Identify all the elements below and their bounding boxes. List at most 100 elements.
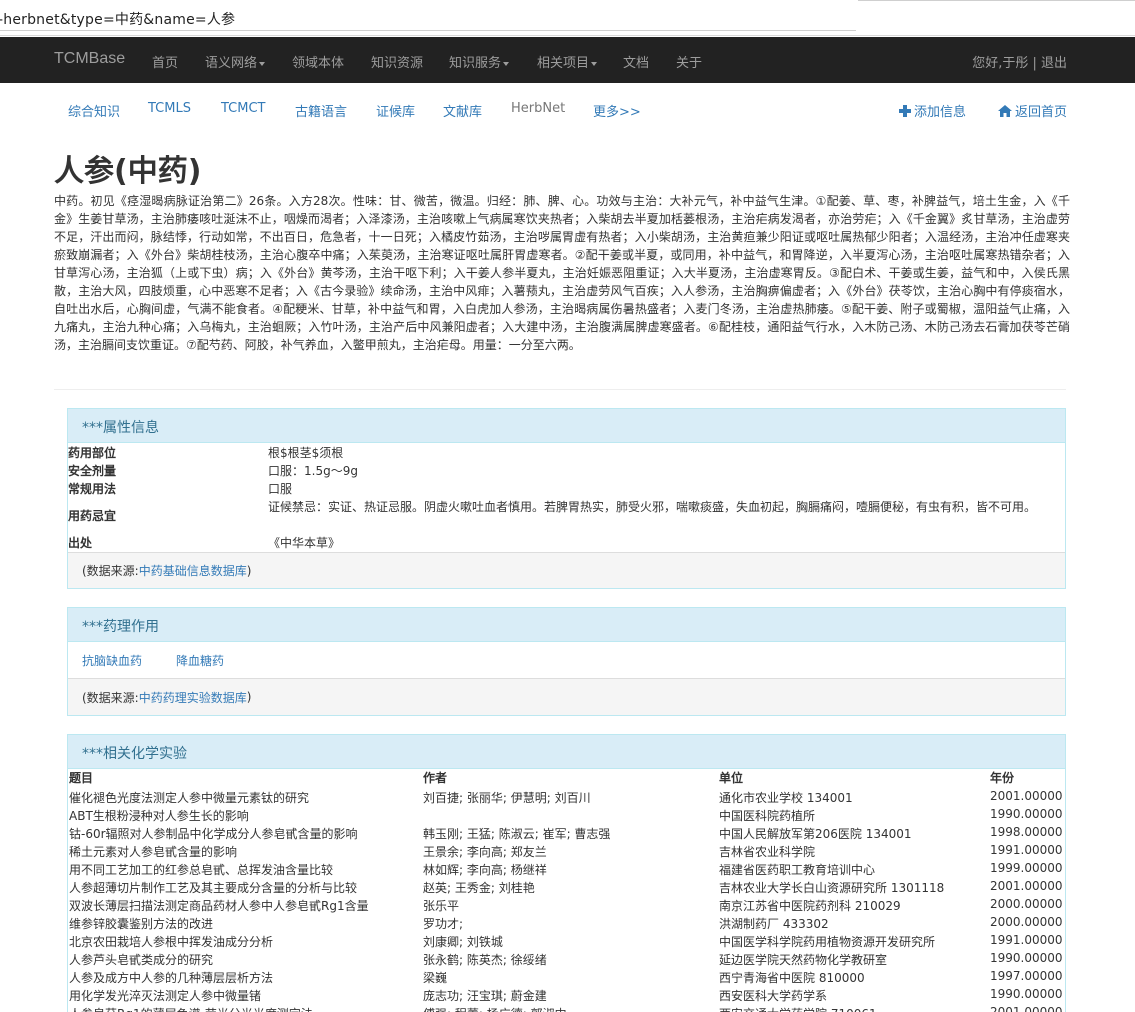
experiment-title: ABT生根粉浸种对人参生长的影响 [69, 809, 249, 823]
source-prefix: (数据来源: [82, 690, 139, 705]
experiment-institution: 吉林省农业科学院 [719, 845, 816, 859]
subnav-item-herbnet[interactable]: HerbNet [511, 101, 565, 116]
nav-label: 首页 [152, 56, 179, 71]
experiment-authors: 刘百捷; 张丽华; 伊慧明; 刘百川 [423, 791, 591, 805]
experiment-authors: 张永鹤; 陈英杰; 徐绥绪 [423, 953, 547, 967]
experiment-title: 用化学发光淬灭法测定人参中微量锗 [69, 989, 262, 1003]
add-info-label: 添加信息 [914, 105, 967, 120]
column-header-authors: 作者 [423, 771, 448, 785]
attributes-source: (数据来源: 中药基础信息数据库) [68, 552, 1065, 588]
subnav-item-more[interactable]: 更多>> [593, 101, 641, 120]
url-text[interactable]: -herbnet&type=中药&name=人参 [0, 9, 235, 29]
nav-item-ontology[interactable]: 领域本体 [292, 52, 344, 71]
attr-value: 口服 [268, 482, 293, 496]
subnav-item-tcmct[interactable]: TCMCT [221, 101, 266, 116]
nav-label: 知识资源 [371, 56, 424, 71]
nav-item-semantic-network[interactable]: 语义网络 [205, 52, 266, 71]
experiment-year: 1991.00000 [990, 933, 1063, 947]
experiment-institution: 中国医科院药植所 [719, 809, 816, 823]
experiment-institution: 吉林农业大学长白山资源研究所 1301118 [719, 881, 945, 895]
column-header-title: 题目 [69, 771, 94, 785]
nav-label: 文档 [623, 56, 650, 71]
attr-value: 《中华本草》 [268, 536, 341, 550]
experiment-authors: 赵英; 王秀金; 刘桂艳 [423, 881, 535, 895]
back-home-label: 返回首页 [1015, 105, 1068, 120]
nav-label: 领域本体 [292, 56, 345, 71]
nav-item-knowledge-services[interactable]: 知识服务 [449, 52, 510, 71]
experiment-authors: 梁巍 [423, 971, 448, 985]
source-link-pharmacology-db[interactable]: 中药药理实验数据库 [139, 689, 247, 706]
attr-label: 出处 [68, 536, 93, 550]
experiment-title: 稀土元素对人参皂甙含量的影响 [69, 845, 238, 859]
subnav-item-literature-db[interactable]: 文献库 [443, 101, 482, 120]
experiment-title: 催化褪色光度法测定人参中微量元素钛的研究 [69, 791, 310, 805]
pharmacology-links: 抗脑缺血药 降血糖药 [68, 642, 1065, 678]
attr-label: 药用部位 [68, 446, 117, 460]
pharmacology-link-anti-ischemia[interactable]: 抗脑缺血药 [82, 652, 142, 669]
nav-label: 知识服务 [449, 56, 502, 71]
experiment-authors: 刘康卿; 刘铁城 [423, 935, 503, 949]
subnav-item-syndrome-db[interactable]: 证候库 [376, 101, 415, 120]
pharmacology-link-hypoglycemic[interactable]: 降血糖药 [176, 652, 224, 669]
experiment-year: 1991.00000 [990, 843, 1063, 857]
herb-description: 中药。初见《痉湿暍病脉证治第二》26条。入方28次。性味：甘、微苦，微温。归经：… [54, 194, 1070, 352]
pharmacology-source: (数据来源: 中药药理实验数据库) [68, 678, 1065, 715]
experiment-title: 北京农田栽培人参根中挥发油成分分析 [69, 935, 274, 949]
back-home-link[interactable]: 返回首页 [998, 101, 1067, 120]
attributes-panel: ***属性信息 药用部位 根$根茎$须根 安全剂量 口服：1.5g～9g 常规用… [67, 408, 1066, 589]
nav-item-about[interactable]: 关于 [676, 52, 702, 71]
experiment-year: 1990.00000 [990, 807, 1063, 821]
source-prefix: (数据来源: [82, 564, 139, 578]
attributes-panel-heading: ***属性信息 [68, 409, 1065, 443]
home-icon [998, 105, 1012, 117]
source-link-basic-db[interactable]: 中药基础信息数据库 [139, 562, 247, 579]
experiment-title: 钴-60r辐照对人参制品中化学成分人参皂甙含量的影响 [69, 827, 358, 841]
subnav-item-comprehensive[interactable]: 综合知识 [68, 101, 120, 120]
pharmacology-panel: ***药理作用 抗脑缺血药 降血糖药 (数据来源: 中药药理实验数据库) [67, 607, 1066, 716]
top-navbar: TCMBase 首页 语义网络 领域本体 知识资源 知识服务 相关项目 文档 关… [0, 37, 1135, 83]
experiments-panel: ***相关化学实验 题目 作者 单位 年份 催化褪色光度法测定人参中微量元素钛的… [67, 734, 1066, 1012]
attr-label: 安全剂量 [68, 464, 117, 478]
subnav-item-tcmls[interactable]: TCMLS [148, 101, 191, 116]
experiment-year: 1998.00000 [990, 825, 1063, 839]
caret-down-icon [503, 61, 510, 66]
user-logout-link[interactable]: 您好,于彤 | 退出 [972, 52, 1067, 71]
column-header-institution: 单位 [719, 771, 744, 785]
pharmacology-panel-heading: ***药理作用 [68, 608, 1065, 642]
experiment-institution: 福建省医药职工教育培训中心 [719, 863, 876, 877]
address-bar-border [0, 30, 856, 31]
address-bar-border-right [858, 0, 1135, 1]
experiment-year: 1997.00000 [990, 969, 1063, 983]
attr-value: 根$根茎$须根 [268, 446, 344, 460]
attr-value: 口服：1.5g～9g [268, 464, 358, 478]
experiment-authors: 庞志功; 汪宝琪; 蔚金建 [423, 989, 547, 1003]
experiment-authors: 韩玉刚; 王猛; 陈淑云; 崔军; 曹志强 [423, 827, 611, 841]
plus-icon [899, 105, 911, 117]
experiment-institution: 中国医学科学院药用植物资源开发研究所 [719, 935, 936, 949]
experiment-title: 维参锌胶囊鉴别方法的改进 [69, 917, 214, 931]
source-suffix: ) [246, 563, 252, 578]
nav-item-docs[interactable]: 文档 [623, 52, 649, 71]
experiment-institution: 西安医科大学药学系 [719, 989, 828, 1003]
caret-down-icon [259, 61, 266, 66]
nav-item-related-projects[interactable]: 相关项目 [537, 52, 598, 71]
experiment-year: 2001.00000 [990, 1005, 1063, 1012]
nav-label: 相关项目 [537, 56, 590, 71]
nav-label: 关于 [676, 56, 703, 71]
add-info-link[interactable]: 添加信息 [899, 101, 966, 120]
experiment-institution: 中国人民解放军第206医院 134001 [719, 827, 912, 841]
experiment-authors: 罗功才; [423, 917, 464, 931]
attr-label: 常规用法 [68, 482, 117, 496]
experiment-title: 双波长薄层扫描法测定商品药材人参中人参皂甙Rg1含量 [69, 899, 369, 913]
experiment-year: 2001.00000 [990, 789, 1063, 803]
brand-logo[interactable]: TCMBase [54, 50, 125, 68]
column-header-year: 年份 [990, 771, 1015, 785]
nav-item-home[interactable]: 首页 [152, 52, 178, 71]
subnav-item-ancient-language[interactable]: 古籍语言 [295, 101, 347, 120]
source-suffix: ) [246, 690, 252, 704]
experiment-year: 2001.00000 [990, 879, 1063, 893]
nav-item-knowledge-resources[interactable]: 知识资源 [371, 52, 423, 71]
nav-label: 语义网络 [205, 56, 258, 71]
browser-address-bar[interactable]: -herbnet&type=中药&name=人参 [0, 0, 1135, 36]
attributes-table: 药用部位 根$根茎$须根 安全剂量 口服：1.5g～9g 常规用法 口服 用药忌… [68, 443, 1065, 552]
